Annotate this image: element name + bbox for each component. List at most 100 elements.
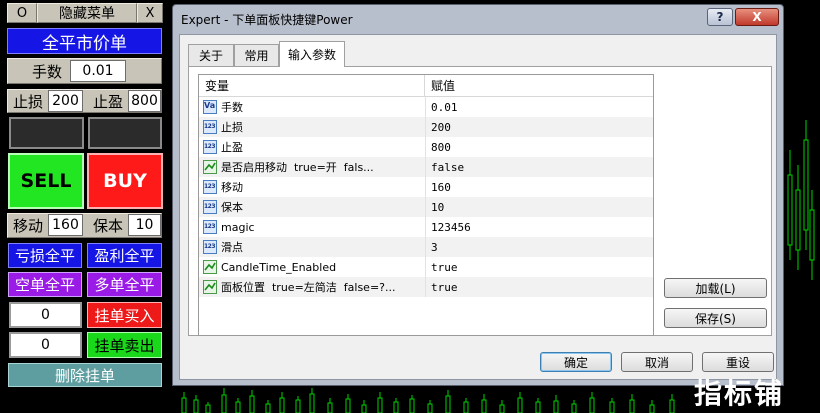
- stop-loss-label: 止损: [12, 92, 43, 111]
- candle-body: [235, 401, 241, 413]
- tab-common[interactable]: 常用: [234, 44, 279, 66]
- candle-body: [249, 395, 255, 413]
- close-profitable-button[interactable]: 盈利全平: [87, 243, 162, 268]
- tab-about[interactable]: 关于: [188, 44, 234, 66]
- candle-body: [409, 398, 415, 413]
- expert-properties-dialog: Expert - 下单面板快捷键Power ? X 关于 常用 输入参数 变量 …: [172, 4, 784, 386]
- param-value[interactable]: 800: [431, 137, 651, 157]
- candle-body: [795, 189, 801, 251]
- dialog-client: 关于 常用 输入参数 变量 赋值 Va 手数 0.01 123 止损 200 123 止盈 80…: [179, 34, 777, 380]
- lots-input[interactable]: 0.01: [70, 60, 126, 82]
- panel-toggle-button[interactable]: O: [7, 3, 37, 23]
- table-row[interactable]: 123 保本 10: [199, 197, 653, 217]
- sell-button[interactable]: SELL: [8, 153, 84, 209]
- param-type-label: 123: [204, 183, 216, 190]
- close-sell-orders-button[interactable]: 空单全平: [8, 272, 82, 297]
- reset-button[interactable]: 重设: [702, 352, 774, 372]
- param-value[interactable]: false: [431, 157, 651, 177]
- candle-body: [221, 394, 227, 413]
- buy-button[interactable]: BUY: [87, 153, 163, 209]
- candle-body: [517, 397, 523, 413]
- column-header-variable[interactable]: 变量: [199, 75, 425, 97]
- table-row[interactable]: Va 手数 0.01: [199, 97, 653, 117]
- param-name: 止损: [221, 121, 243, 134]
- param-value[interactable]: 0.01: [431, 97, 651, 117]
- candle-body: [295, 399, 301, 413]
- tab-inputs[interactable]: 输入参数: [279, 41, 345, 67]
- cancel-button[interactable]: 取消: [621, 352, 693, 372]
- order-panel: O 隐藏菜单 X 全平市价单 手数 0.01 止损 200 止盈 800 SEL…: [0, 0, 166, 413]
- watermark-logo: 指标铺: [694, 377, 785, 410]
- param-value[interactable]: true: [431, 257, 651, 277]
- param-value[interactable]: 160: [431, 177, 651, 197]
- candle-body: [535, 401, 541, 413]
- table-row[interactable]: 123 magic 123456: [199, 217, 653, 237]
- param-type-label: 123: [204, 243, 216, 250]
- help-button[interactable]: ?: [707, 8, 733, 26]
- candle-body: [377, 397, 383, 413]
- panel-close-button[interactable]: X: [137, 3, 163, 23]
- candle-body: [345, 398, 351, 413]
- param-name: 面板位置 true=左简洁 false=?...: [221, 281, 396, 294]
- candle-body: [361, 404, 367, 413]
- table-row[interactable]: 是否启用移动 true=开 fals... false: [199, 157, 653, 177]
- delete-pending-button[interactable]: 删除挂单: [8, 363, 162, 387]
- param-name: 是否启用移动 true=开 fals...: [221, 161, 374, 174]
- table-row[interactable]: 123 移动 160: [199, 177, 653, 197]
- candle-body: [427, 403, 433, 413]
- hide-menu-button[interactable]: 隐藏菜单: [37, 3, 137, 23]
- param-value[interactable]: 200: [431, 117, 651, 137]
- save-button[interactable]: 保存(S): [664, 308, 767, 328]
- close-buy-orders-button[interactable]: 多单全平: [87, 272, 162, 297]
- candle-body: [193, 399, 199, 413]
- pending-buy-price-input[interactable]: 0: [9, 302, 82, 328]
- param-value[interactable]: 3: [431, 237, 651, 257]
- candle-body: [205, 404, 211, 413]
- dialog-close-button[interactable]: X: [735, 8, 779, 26]
- candle-body: [393, 401, 399, 413]
- column-separator: [425, 97, 426, 297]
- dialog-titlebar[interactable]: Expert - 下单面板快捷键Power: [173, 5, 783, 33]
- bid-price-display: [9, 117, 84, 149]
- pending-sell-button[interactable]: 挂单卖出: [87, 332, 162, 358]
- stop-loss-input[interactable]: 200: [48, 90, 83, 112]
- candle-body: [609, 401, 615, 413]
- take-profit-label: 止盈: [92, 92, 123, 111]
- param-type-label: 123: [204, 123, 216, 130]
- table-row[interactable]: 123 止盈 800: [199, 137, 653, 157]
- candle-body: [571, 403, 577, 413]
- param-value[interactable]: 10: [431, 197, 651, 217]
- candle-body: [649, 404, 655, 413]
- param-type-label: 123: [204, 203, 216, 210]
- param-value[interactable]: 123456: [431, 217, 651, 237]
- param-name: CandleTime_Enabled: [221, 260, 337, 274]
- close-losing-button[interactable]: 亏损全平: [8, 243, 82, 268]
- close-all-market-button[interactable]: 全平市价单: [7, 28, 162, 54]
- param-value[interactable]: true: [431, 277, 651, 297]
- integer-param-icon: 123: [203, 200, 217, 214]
- load-button[interactable]: 加载(L): [664, 278, 767, 298]
- take-profit-input[interactable]: 800: [128, 90, 161, 112]
- pending-buy-button[interactable]: 挂单买入: [87, 302, 162, 328]
- table-row[interactable]: 123 止损 200: [199, 117, 653, 137]
- candle-body: [181, 397, 187, 413]
- candle-body: [589, 397, 595, 413]
- candle-body: [669, 399, 675, 413]
- column-header-value[interactable]: 赋值: [425, 75, 653, 97]
- table-row[interactable]: 123 滑点 3: [199, 237, 653, 257]
- table-row[interactable]: 面板位置 true=左简洁 false=?... true: [199, 277, 653, 297]
- candle-body: [803, 139, 809, 231]
- ok-button[interactable]: 确定: [540, 352, 612, 372]
- integer-param-icon: 123: [203, 180, 217, 194]
- candle-body: [787, 174, 793, 246]
- break-even-input[interactable]: 10: [128, 214, 161, 236]
- pending-sell-price-input[interactable]: 0: [9, 332, 82, 358]
- table-row[interactable]: CandleTime_Enabled true: [199, 257, 653, 277]
- integer-param-icon: 123: [203, 240, 217, 254]
- trailing-input[interactable]: 160: [48, 214, 83, 236]
- trailing-label: 移动: [12, 216, 43, 235]
- param-name: 止盈: [221, 141, 243, 154]
- boolean-param-icon: [203, 260, 217, 274]
- candle-body: [463, 401, 469, 413]
- param-name: 移动: [221, 181, 243, 194]
